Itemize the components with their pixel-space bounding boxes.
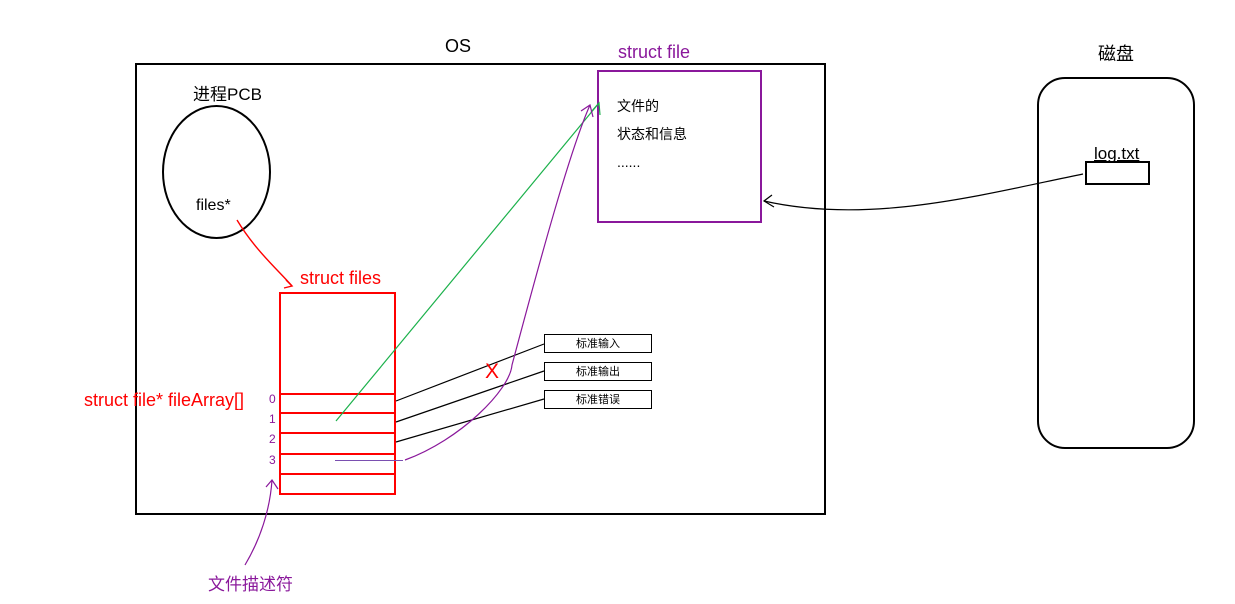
stdin-box: 标准输入: [544, 334, 652, 353]
filearray-divider-1: [279, 412, 396, 414]
struct-file-box: 文件的 状态和信息 ......: [597, 70, 762, 223]
index-3: 3: [269, 453, 276, 467]
struct-files-label: struct files: [300, 268, 381, 289]
file-descriptor-label: 文件描述符: [208, 570, 293, 595]
os-title: OS: [445, 36, 471, 57]
logtxt-box: [1085, 161, 1150, 185]
struct-file-line2: 状态和信息: [617, 120, 742, 148]
files-pointer-label: files*: [196, 197, 231, 215]
struct-file-label: struct file: [618, 42, 690, 63]
index-2: 2: [269, 432, 276, 446]
array-slot-3-line: [335, 460, 403, 461]
file-array-label: struct file* fileArray[]: [84, 390, 244, 411]
disk-label: 磁盘: [1098, 40, 1134, 66]
index-1: 1: [269, 412, 276, 426]
filearray-divider-4: [279, 473, 396, 475]
filearray-divider-3: [279, 453, 396, 455]
pcb-label: 进程PCB: [193, 80, 262, 105]
pcb-ellipse: [162, 105, 271, 239]
stderr-box: 标准错误: [544, 390, 652, 409]
filearray-divider-0: [279, 393, 396, 395]
index-0: 0: [269, 392, 276, 406]
struct-file-line1: 文件的: [617, 92, 742, 120]
struct-file-line3: ......: [617, 148, 742, 176]
filearray-divider-2: [279, 432, 396, 434]
disk-box: [1037, 77, 1195, 449]
stdout-box: 标准输出: [544, 362, 652, 381]
